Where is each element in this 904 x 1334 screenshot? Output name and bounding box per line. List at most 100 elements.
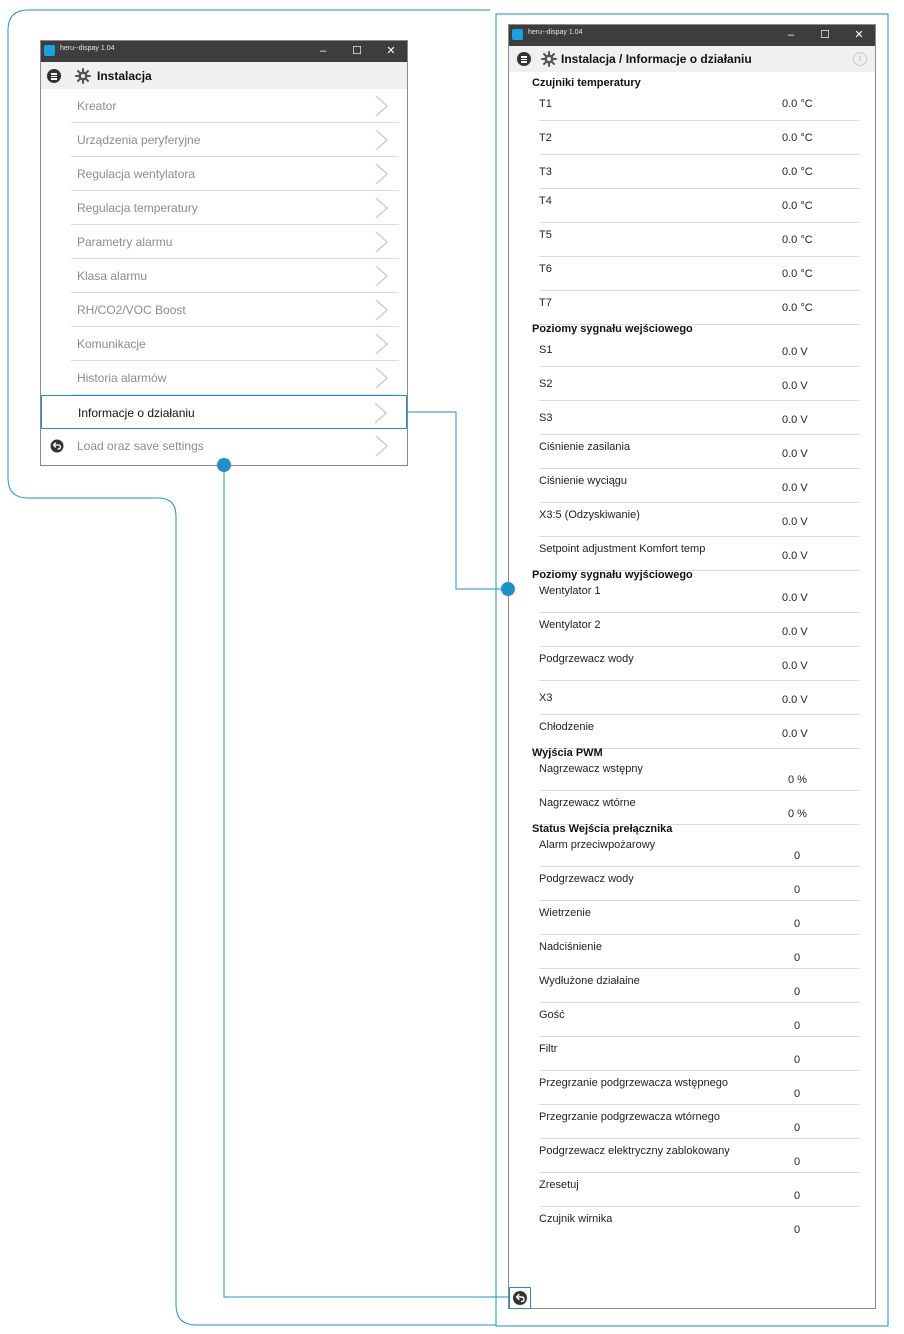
info-value: 0 bbox=[794, 884, 801, 896]
info-value: 0.0 V bbox=[782, 550, 808, 562]
left-titlebar: heru--dispay 1.04 – ☐ ✕ bbox=[41, 41, 407, 62]
info-label: Ciśnienie wyciągu bbox=[539, 475, 628, 487]
maximize-button[interactable]: ☐ bbox=[347, 43, 367, 59]
info-row: Chłodzenie 0.0 V bbox=[539, 715, 859, 749]
info-label: Przegrzanie podgrzewacza wstępnego bbox=[539, 1077, 728, 1089]
info-label: Czujnik wirnika bbox=[539, 1213, 613, 1225]
info-row: Wydłużone działaine 0 bbox=[539, 969, 859, 1003]
info-label: T5 bbox=[539, 229, 552, 241]
back-arrow-icon bbox=[50, 439, 64, 453]
info-row: Ciśnienie wyciągu 0.0 V bbox=[539, 469, 859, 503]
nav-item-label: Kreator bbox=[77, 99, 117, 113]
chevron-right-icon bbox=[375, 333, 389, 355]
info-row: T5 0.0 °C bbox=[539, 223, 859, 257]
chevron-right-icon bbox=[374, 402, 388, 424]
nav-item[interactable]: Regulacja wentylatora bbox=[41, 157, 407, 191]
app-icon bbox=[512, 29, 523, 40]
maximize-button[interactable]: ☐ bbox=[815, 27, 835, 43]
nav-item[interactable]: Klasa alarmu bbox=[41, 259, 407, 293]
info-label: Podgrzewacz wody bbox=[539, 873, 634, 885]
info-value: 0.0 V bbox=[782, 694, 808, 706]
info-row: T6 0.0 °C bbox=[539, 257, 859, 291]
menu-icon[interactable] bbox=[47, 69, 61, 83]
nav-item[interactable]: Komunikacje bbox=[41, 327, 407, 361]
nav-item[interactable]: Parametry alarmu bbox=[41, 225, 407, 259]
info-label: Wentylator 1 bbox=[539, 585, 601, 597]
nav-item[interactable]: RH/CO2/VOC Boost bbox=[41, 293, 407, 327]
info-label: X3:5 (Odzyskiwanie) bbox=[539, 509, 640, 521]
info-value: 0.0 V bbox=[782, 516, 808, 528]
window-title: heru--dispay 1.04 bbox=[60, 45, 115, 52]
info-row: Wentylator 1 0.0 V bbox=[539, 579, 859, 613]
nav-item-label: Parametry alarmu bbox=[77, 235, 173, 249]
info-row: T1 0.0 °C bbox=[539, 87, 859, 121]
info-label: Nagrzewacz wtórne bbox=[539, 797, 636, 809]
back-button[interactable] bbox=[509, 1287, 531, 1309]
nav-item-label: Load oraz save settings bbox=[77, 439, 204, 453]
chevron-right-icon bbox=[375, 265, 389, 287]
window-title: heru--dispay 1.04 bbox=[528, 29, 583, 36]
info-value: 0.0 °C bbox=[782, 302, 813, 314]
nav-item-label: Komunikacje bbox=[77, 337, 146, 351]
chevron-right-icon bbox=[375, 197, 389, 219]
info-label: S2 bbox=[539, 378, 553, 390]
info-row: Podgrzewacz wody 0 bbox=[539, 867, 859, 901]
info-value: 0.0 V bbox=[782, 728, 808, 740]
menu-icon[interactable] bbox=[517, 52, 531, 66]
gear-icon bbox=[541, 51, 557, 67]
info-value: 0.0 V bbox=[782, 448, 808, 460]
info-label: Podgrzewacz wody bbox=[539, 653, 634, 665]
minimize-button[interactable]: – bbox=[313, 43, 333, 59]
info-value: 0.0 V bbox=[782, 592, 808, 604]
info-value: 0 bbox=[794, 1224, 801, 1236]
chevron-right-icon bbox=[375, 435, 389, 457]
nav-item[interactable]: Historia alarmów bbox=[41, 361, 407, 395]
info-value: 0.0 °C bbox=[782, 234, 813, 246]
app-icon bbox=[44, 45, 55, 56]
nav-item[interactable]: Regulacja temperatury bbox=[41, 191, 407, 225]
page-title: Instalacja / Informacje o działaniu bbox=[561, 52, 752, 66]
close-button[interactable]: ✕ bbox=[381, 43, 401, 59]
info-label: T3 bbox=[539, 166, 552, 178]
info-label: T2 bbox=[539, 132, 552, 144]
connector-dot bbox=[501, 582, 515, 596]
info-label: T1 bbox=[539, 98, 552, 110]
nav-item[interactable]: Kreator bbox=[41, 89, 407, 123]
nav-item[interactable]: Urządzenia peryferyjne bbox=[41, 123, 407, 157]
info-row: Nagrzewacz wstępny 0 % bbox=[539, 757, 859, 791]
info-row: Podgrzewacz elektryczny zablokowany 0 bbox=[539, 1139, 859, 1173]
info-row: Nagrzewacz wtórne 0 % bbox=[539, 791, 859, 825]
info-value: 0.0 V bbox=[782, 482, 808, 494]
info-value: 0.0 V bbox=[782, 346, 808, 358]
info-value: 0.0 V bbox=[782, 414, 808, 426]
info-row: Przegrzanie podgrzewacza wstępnego 0 bbox=[539, 1071, 859, 1105]
info-row: Podgrzewacz wody 0.0 V bbox=[539, 647, 859, 681]
info-row: Nadciśnienie 0 bbox=[539, 935, 859, 969]
right-titlebar: heru--dispay 1.04 – ☐ ✕ bbox=[509, 25, 875, 46]
minimize-button[interactable]: – bbox=[781, 27, 801, 43]
info-value: 0 bbox=[794, 1190, 801, 1202]
info-row: Wentylator 2 0.0 V bbox=[539, 613, 859, 647]
connector-dot bbox=[217, 458, 231, 472]
info-row: T7 0.0 °C bbox=[539, 291, 859, 325]
info-icon[interactable]: i bbox=[853, 52, 867, 66]
close-button[interactable]: ✕ bbox=[849, 27, 869, 43]
chevron-right-icon bbox=[375, 95, 389, 117]
nav-item[interactable]: Informacje o działaniu bbox=[41, 395, 407, 429]
info-row: Filtr 0 bbox=[539, 1037, 859, 1071]
info-label: Alarm przeciwpożarowy bbox=[539, 839, 656, 851]
info-row: Ciśnienie zasilania 0.0 V bbox=[539, 435, 859, 469]
info-label: Ciśnienie zasilania bbox=[539, 441, 631, 453]
info-row: T2 0.0 °C bbox=[539, 121, 859, 155]
info-value: 0 bbox=[794, 952, 801, 964]
page-title: Instalacja bbox=[97, 69, 152, 83]
info-value: 0.0 °C bbox=[782, 98, 813, 110]
info-row: Czujnik wirnika 0 bbox=[539, 1207, 859, 1241]
info-value: 0 bbox=[794, 1054, 801, 1066]
info-row: Przegrzanie podgrzewacza wtórnego 0 bbox=[539, 1105, 859, 1139]
info-label: S3 bbox=[539, 412, 553, 424]
chevron-right-icon bbox=[375, 129, 389, 151]
info-row: X3 0.0 V bbox=[539, 681, 859, 715]
info-value: 0.0 V bbox=[782, 380, 808, 392]
info-value: 0.0 °C bbox=[782, 200, 813, 212]
